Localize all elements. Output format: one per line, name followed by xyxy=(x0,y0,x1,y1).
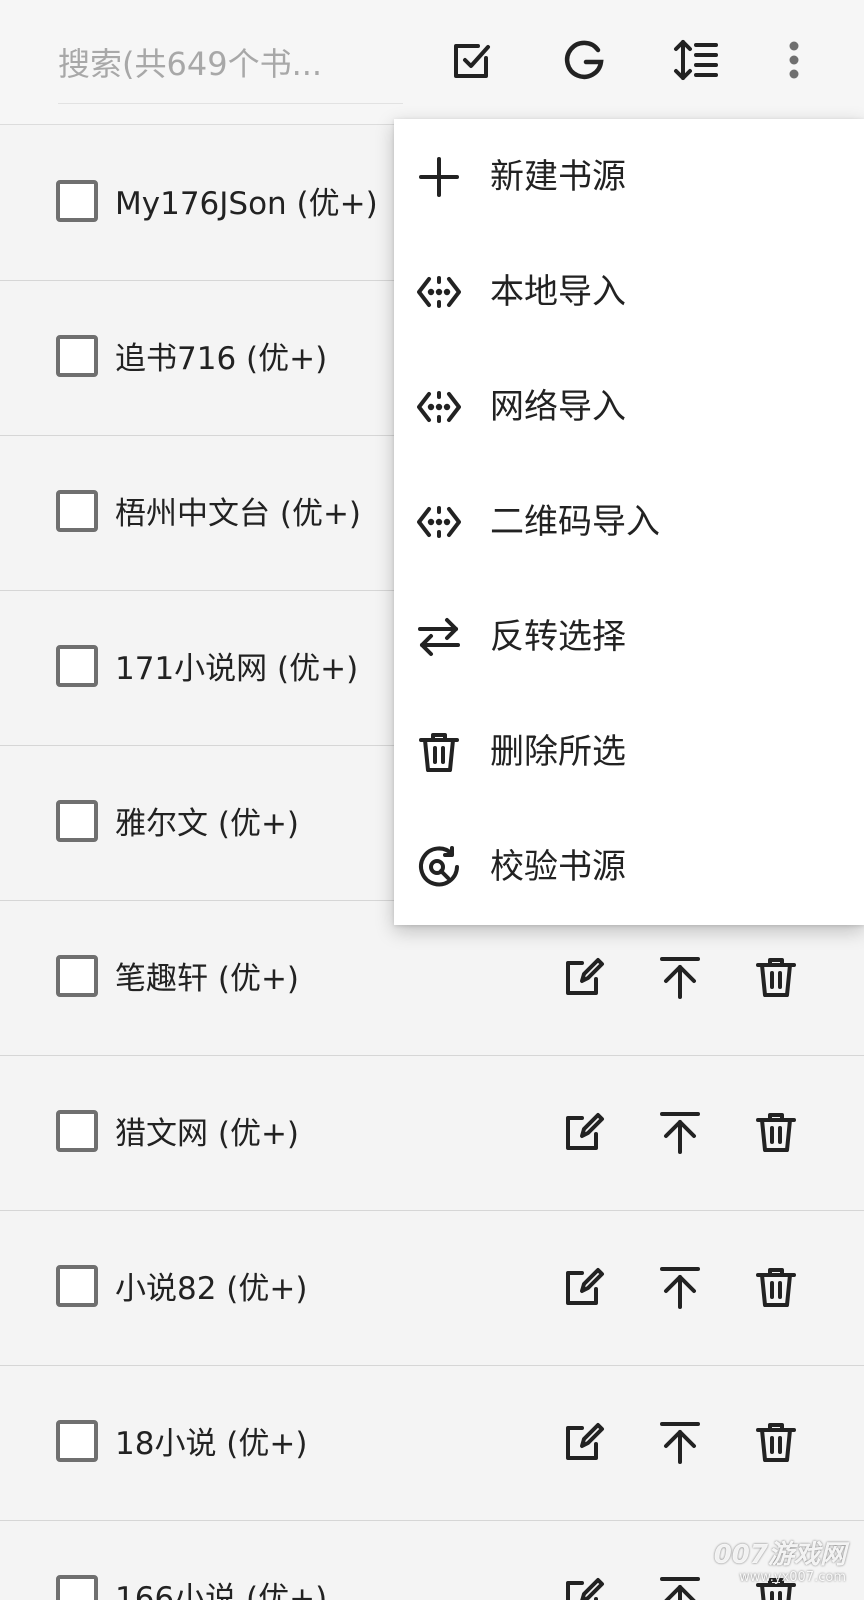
check-source-icon xyxy=(416,844,462,890)
edit-source-button[interactable] xyxy=(560,1573,608,1600)
book-source-label: 171小说网 (优+) xyxy=(115,651,359,687)
move-to-top-button[interactable] xyxy=(656,953,704,1001)
overflow-menu: 新建书源本地导入网络导入二维码导入反转选择删除所选校验书源 xyxy=(394,119,864,925)
top-toolbar xyxy=(0,0,864,125)
menu-item[interactable]: 删除所选 xyxy=(394,696,864,811)
sort-button[interactable] xyxy=(664,30,728,94)
watermark: 007游戏网 www.yx007.com xyxy=(696,1540,846,1590)
plus-icon xyxy=(416,154,462,200)
row-actions xyxy=(560,1263,810,1313)
edit-source-button[interactable] xyxy=(560,1418,608,1466)
sort-icon xyxy=(672,36,720,88)
edit-icon xyxy=(560,1113,608,1160)
menu-item[interactable]: 新建书源 xyxy=(394,121,864,236)
book-source-label: My176JSon (优+) xyxy=(115,186,378,222)
row-checkbox[interactable] xyxy=(56,645,98,687)
menu-item-label: 新建书源 xyxy=(490,157,626,197)
row-checkbox[interactable] xyxy=(56,800,98,842)
delete-source-button[interactable] xyxy=(752,1263,800,1311)
delete-source-button[interactable] xyxy=(752,953,800,1001)
menu-item-label: 反转选择 xyxy=(490,617,626,657)
menu-item[interactable]: 本地导入 xyxy=(394,236,864,351)
row-actions xyxy=(560,1418,810,1468)
edit-source-button[interactable] xyxy=(560,953,608,1001)
move-to-top-button[interactable] xyxy=(656,1263,704,1311)
row-checkbox[interactable] xyxy=(56,1265,98,1307)
trash-icon xyxy=(416,729,462,775)
book-source-label: 18小说 (优+) xyxy=(115,1426,308,1462)
edit-icon xyxy=(560,1268,608,1315)
delete-icon xyxy=(752,1113,800,1160)
more-vert-icon xyxy=(770,36,818,88)
group-button[interactable] xyxy=(552,30,616,94)
watermark-logo-text: 007游戏网 xyxy=(713,1540,846,1570)
delete-source-button[interactable] xyxy=(752,1108,800,1156)
menu-item[interactable]: 反转选择 xyxy=(394,581,864,696)
swap-icon xyxy=(416,614,462,660)
to-top-icon xyxy=(656,957,704,1005)
book-source-row[interactable]: 18小说 (优+) xyxy=(0,1366,864,1521)
select-all-icon xyxy=(448,36,496,88)
to-top-icon xyxy=(656,1112,704,1160)
book-source-label: 笔趣轩 (优+) xyxy=(115,961,300,997)
code-import-icon xyxy=(416,499,462,545)
book-source-label: 雅尔文 (优+) xyxy=(115,806,300,842)
book-source-label: 猎文网 (优+) xyxy=(115,1116,300,1152)
more-options-button[interactable] xyxy=(762,30,826,94)
row-checkbox[interactable] xyxy=(56,1575,98,1600)
to-top-icon xyxy=(656,1422,704,1470)
menu-item-label: 删除所选 xyxy=(490,732,626,772)
edit-icon xyxy=(560,958,608,1005)
book-source-label: 梧州中文台 (优+) xyxy=(115,496,362,532)
menu-item-label: 校验书源 xyxy=(490,847,626,887)
move-to-top-button[interactable] xyxy=(656,1418,704,1466)
book-source-label: 166小说 (优+) xyxy=(115,1581,328,1600)
menu-item-label: 本地导入 xyxy=(490,272,626,312)
row-checkbox[interactable] xyxy=(56,1420,98,1462)
menu-item[interactable]: 校验书源 xyxy=(394,811,864,926)
search-input[interactable] xyxy=(58,24,403,104)
delete-icon xyxy=(752,1423,800,1470)
code-import-icon xyxy=(416,384,462,430)
menu-item[interactable]: 网络导入 xyxy=(394,351,864,466)
book-source-label: 小说82 (优+) xyxy=(115,1271,308,1307)
row-checkbox[interactable] xyxy=(56,1110,98,1152)
code-import-icon xyxy=(416,269,462,315)
select-all-button[interactable] xyxy=(440,30,504,94)
group-icon xyxy=(560,36,608,88)
row-actions xyxy=(560,1108,810,1158)
row-actions xyxy=(560,953,810,1003)
menu-item-label: 网络导入 xyxy=(490,387,626,427)
to-top-icon xyxy=(656,1267,704,1315)
book-source-label: 追书716 (优+) xyxy=(115,341,328,377)
row-checkbox[interactable] xyxy=(56,335,98,377)
row-checkbox[interactable] xyxy=(56,955,98,997)
edit-source-button[interactable] xyxy=(560,1108,608,1156)
delete-icon xyxy=(752,958,800,1005)
row-checkbox[interactable] xyxy=(56,180,98,222)
edit-icon xyxy=(560,1423,608,1470)
move-to-top-button[interactable] xyxy=(656,1108,704,1156)
book-source-row[interactable]: 小说82 (优+) xyxy=(0,1211,864,1366)
menu-item[interactable]: 二维码导入 xyxy=(394,466,864,581)
edit-source-button[interactable] xyxy=(560,1263,608,1311)
book-source-row[interactable]: 猎文网 (优+) xyxy=(0,1056,864,1211)
menu-item-label: 二维码导入 xyxy=(490,502,660,542)
delete-icon xyxy=(752,1268,800,1315)
watermark-url: www.yx007.com xyxy=(739,1570,846,1585)
row-checkbox[interactable] xyxy=(56,490,98,532)
delete-source-button[interactable] xyxy=(752,1418,800,1466)
